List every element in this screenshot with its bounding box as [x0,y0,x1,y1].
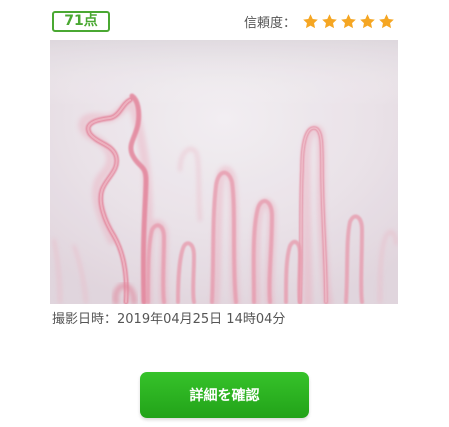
score-badge: 71点 [52,11,110,32]
star-icon [359,13,376,30]
reliability-label: 信頼度： [244,16,297,31]
capillary-photo [50,40,398,304]
star-icon [302,13,319,30]
star-icon [378,13,395,30]
star-icon [321,13,338,30]
star-icon [340,13,357,30]
view-details-button[interactable]: 詳細を確認 [140,372,309,418]
reliability-rating: 信頼度： [244,11,395,32]
capture-datetime: 撮影日時：2019年04月25日 14時04分 [52,312,286,327]
